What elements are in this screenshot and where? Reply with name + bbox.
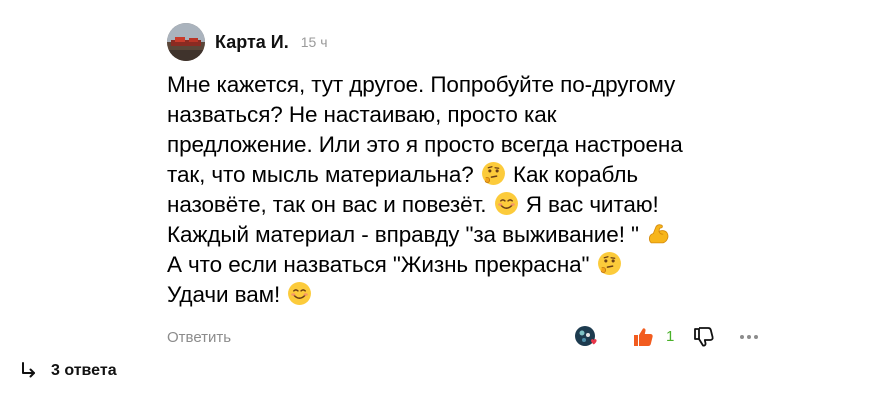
reply-arrow-icon: [22, 362, 35, 378]
comment-line-segment: Как корабль: [506, 162, 638, 187]
comment-actions: 1: [574, 325, 758, 349]
like-icon[interactable]: [631, 325, 655, 349]
comment-line-segment: Я вас читаю!: [519, 192, 659, 217]
comment-line: предложение. Или это я просто всегда нас…: [167, 132, 683, 157]
author-name[interactable]: Карта И.: [215, 32, 289, 53]
comment-line-segment: Каждый материал - вправду "за выживание!…: [167, 222, 646, 247]
thinking-face-icon: [481, 162, 505, 185]
replies-count-label: 3 ответа: [51, 362, 117, 379]
comment-line-with-emoji: А что если назваться "Жизнь прекрасна": [167, 250, 777, 280]
avatar-image: [167, 23, 205, 61]
comment-line-segment: так, что мысль материальна?: [167, 162, 480, 187]
comment-line-with-emoji: Удачи вам!: [167, 280, 777, 310]
smiling-face-icon: [288, 282, 312, 305]
comment-line: назваться? Не настаиваю, просто как: [167, 102, 557, 127]
comment-line-segment: Удачи вам!: [167, 282, 287, 307]
comment-line-with-emoji: назовёте, так он вас и повезёт. Я вас чи…: [167, 190, 777, 220]
comment-timestamp: 15 ч: [300, 34, 328, 50]
show-replies-button[interactable]: 3 ответа: [19, 359, 117, 383]
dislike-icon[interactable]: [692, 325, 716, 349]
thinking-face-icon: [597, 252, 621, 275]
smiling-face-icon: [494, 192, 518, 215]
comment-footer: Ответить 1: [167, 325, 777, 349]
flexed-biceps-icon: [649, 224, 669, 244]
reply-button[interactable]: Ответить: [167, 329, 231, 346]
comment: Карта И. 15 ч Мне кажется, тут другое. П…: [167, 20, 807, 347]
comment-text: Мне кажется, тут другое. Попробуйте по-д…: [167, 70, 777, 310]
comment-header: Карта И. 15 ч: [167, 20, 807, 64]
comment-line-segment: назовёте, так он вас и повезёт.: [167, 192, 493, 217]
comment-line-with-emoji: так, что мысль материальна? Как корабль: [167, 160, 777, 190]
comment-line-with-emoji: Каждый материал - вправду "за выживание!…: [167, 220, 777, 250]
more-options-icon[interactable]: [737, 325, 761, 349]
reaction-avatar-icon[interactable]: [574, 325, 598, 349]
author-avatar[interactable]: [167, 23, 205, 61]
comment-line: Мне кажется, тут другое. Попробуйте по-д…: [167, 72, 676, 97]
like-count: 1: [666, 328, 675, 345]
comment-line-segment: А что если назваться "Жизнь прекрасна": [167, 252, 596, 277]
